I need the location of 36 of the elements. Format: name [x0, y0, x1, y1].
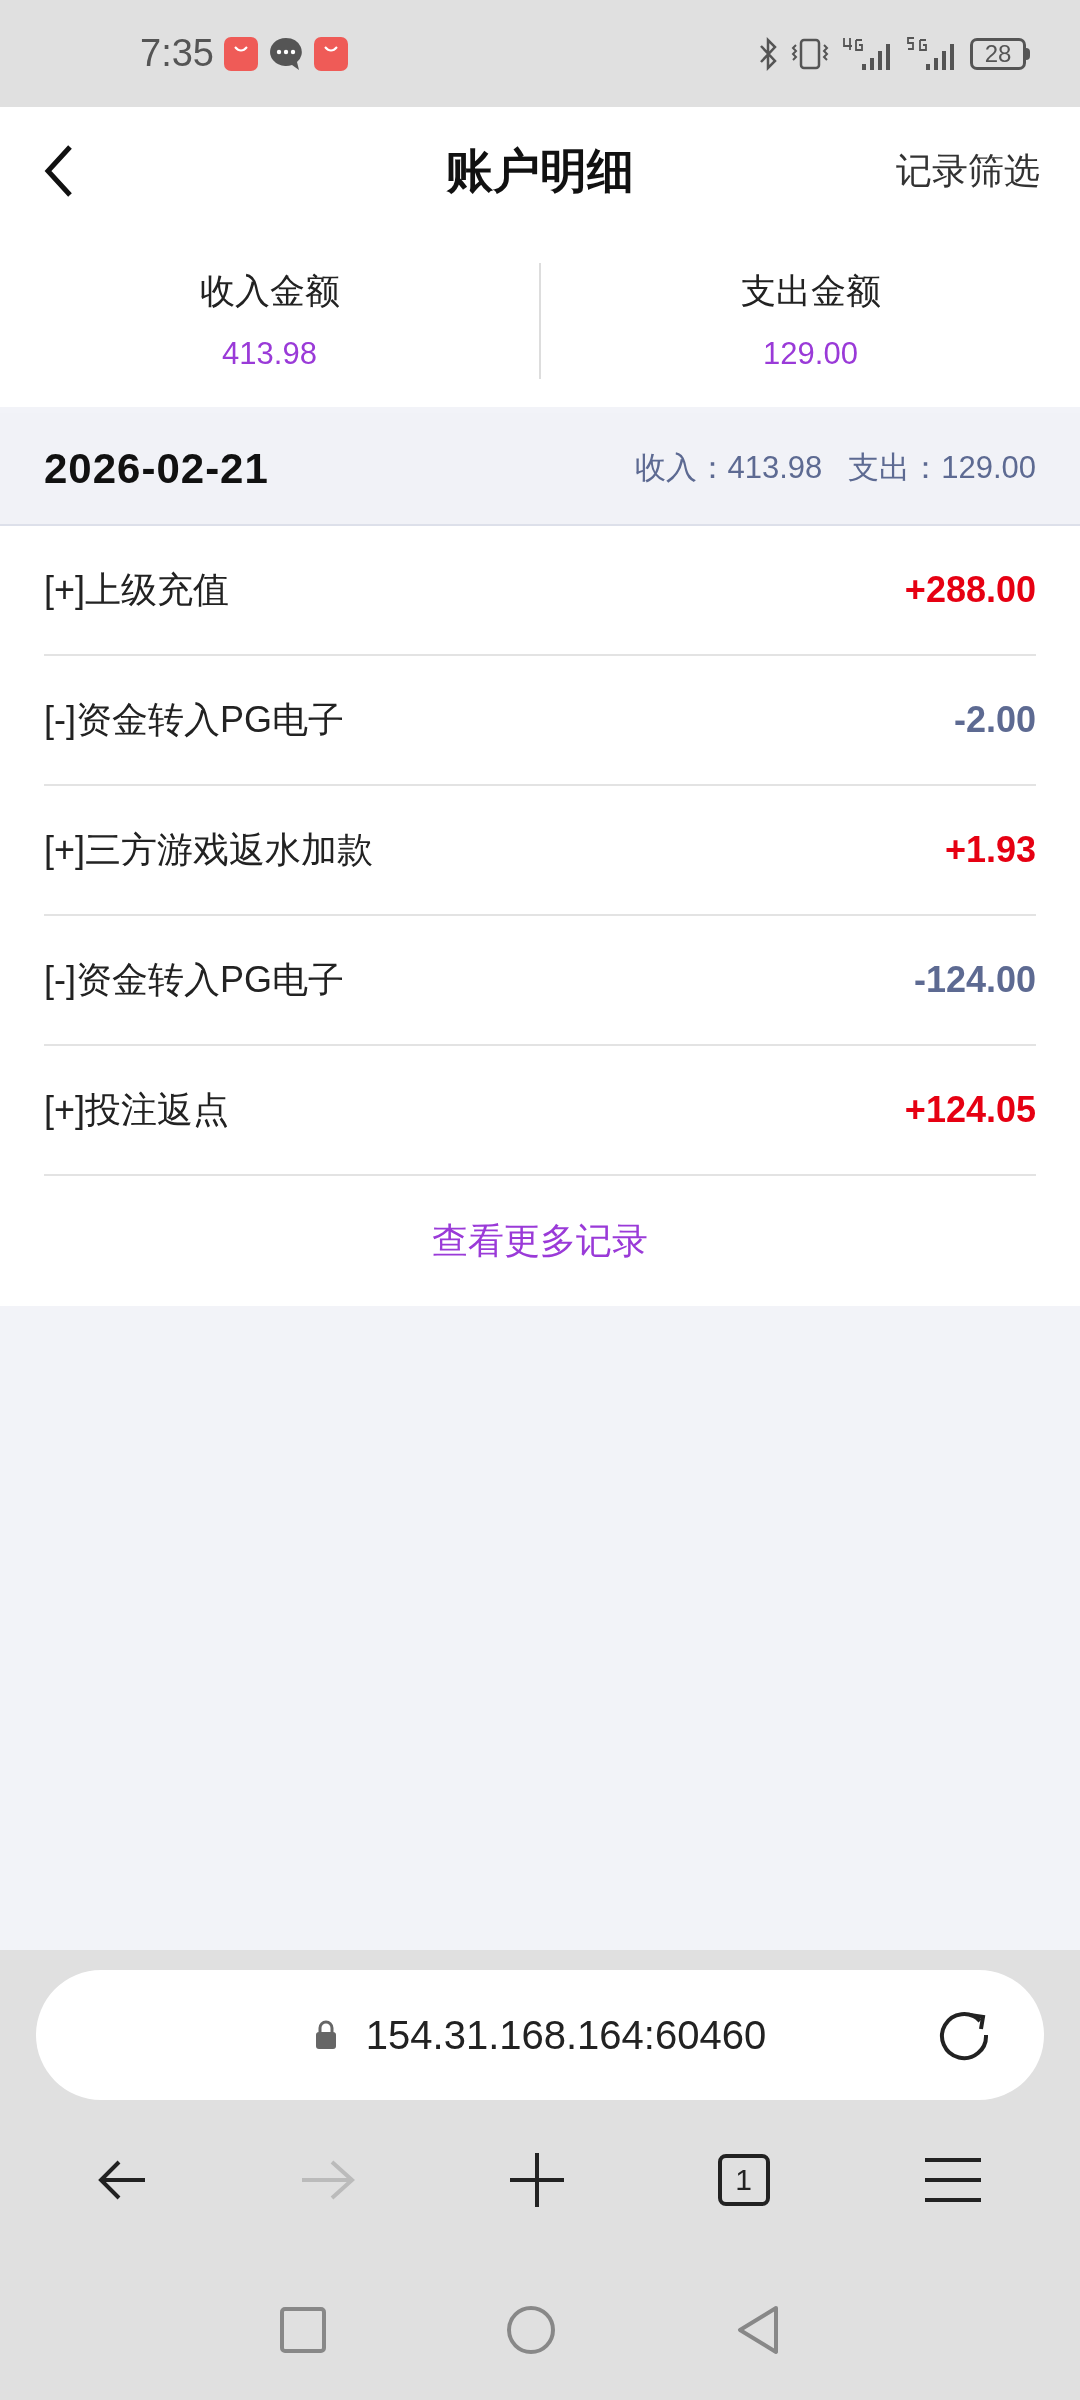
address-bar[interactable]: 154.31.168.164:60460: [36, 1970, 1044, 2100]
summary-value: 413.98: [222, 335, 317, 373]
filter-records-link[interactable]: 记录筛选: [896, 144, 1040, 198]
lock-icon: [313, 2020, 338, 2050]
view-more-link[interactable]: 查看更多记录: [432, 1214, 648, 1268]
summary-value: 129.00: [763, 335, 858, 373]
menu-icon[interactable]: [923, 2157, 984, 2203]
back-arrow-icon[interactable]: [96, 2158, 147, 2202]
tab-count-button[interactable]: 1: [717, 2154, 770, 2206]
plus-icon[interactable]: [510, 2153, 564, 2207]
record-title: [+]投注返点: [44, 1088, 230, 1132]
record-amount: +1.93: [944, 828, 1036, 872]
record-title: [+]三方游戏返水加款: [44, 828, 374, 872]
vibrate-icon: [790, 36, 830, 71]
back-triangle-icon[interactable]: [736, 2305, 780, 2355]
shopping-bag-app-icon: [223, 36, 258, 71]
record-title: [+]上级充值: [44, 568, 230, 612]
url-text: 154.31.168.164:60460: [365, 2012, 767, 2059]
summary-label: 收入金额: [199, 269, 340, 312]
chat-bubble-icon: [267, 35, 304, 72]
record-title: [-]资金转入PG电子: [44, 958, 344, 1002]
record-title: [-]资金转入PG电子: [44, 698, 344, 742]
record-amount: -2.00: [953, 698, 1036, 742]
shopping-bag-app-icon: [313, 36, 348, 71]
summary-label: 支出金额: [740, 269, 881, 312]
record-amount: +124.05: [904, 1088, 1036, 1132]
recent-apps-icon[interactable]: [280, 2307, 326, 2353]
record-amount: +288.00: [904, 568, 1036, 612]
record-amount: -124.00: [913, 958, 1036, 1002]
home-icon[interactable]: [506, 2305, 556, 2355]
day-totals: 收入：413.98 支出：129.00: [634, 449, 1036, 488]
page-title: 账户明细: [446, 142, 634, 199]
date-label: 2026-02-21: [44, 444, 269, 494]
clock-time: 7:35: [140, 31, 214, 76]
battery-indicator: 28: [970, 37, 1030, 70]
bluetooth-icon: [758, 36, 778, 71]
